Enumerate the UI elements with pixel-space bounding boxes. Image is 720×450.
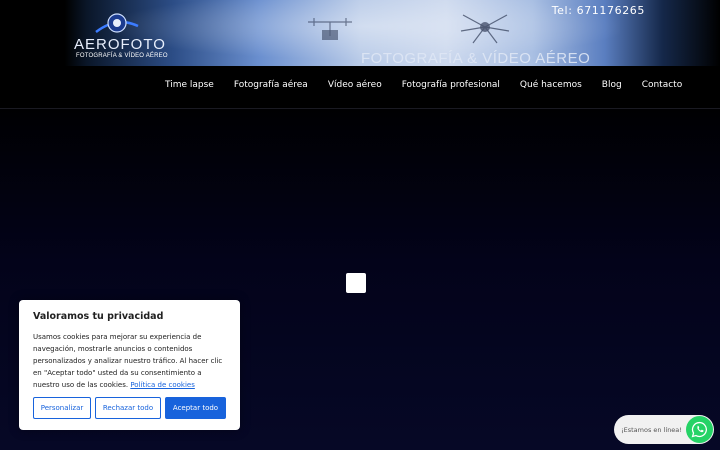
- nav-item-contacto[interactable]: Contacto: [642, 80, 683, 90]
- whatsapp-glyph-icon: [691, 421, 707, 438]
- cookie-buttons: Personalizar Rechazar todo Aceptar todo: [33, 397, 230, 419]
- logo-tagline: FOTOGRAFÍA & VÍDEO AÉREO: [76, 53, 168, 59]
- nav-item-blog[interactable]: Blog: [602, 80, 622, 90]
- nav-item-video-aereo[interactable]: Vídeo aéreo: [328, 80, 382, 90]
- loading-indicator: [346, 273, 366, 293]
- site-logo[interactable]: AEROFOTO FOTOGRAFÍA & VÍDEO AÉREO: [72, 12, 168, 60]
- customize-button[interactable]: Personalizar: [33, 397, 91, 419]
- header-banner: AEROFOTO FOTOGRAFÍA & VÍDEO AÉREO FOTOGR…: [0, 0, 720, 66]
- whatsapp-widget[interactable]: ¡Estamos en línea!: [614, 415, 714, 444]
- whatsapp-status: ¡Estamos en línea!: [621, 425, 682, 434]
- whatsapp-icon[interactable]: [686, 416, 713, 443]
- accept-all-button[interactable]: Aceptar todo: [165, 397, 226, 419]
- nav-item-que-hacemos[interactable]: Qué hacemos: [520, 80, 582, 90]
- cookie-consent-panel: Valoramos tu privacidad Usamos cookies p…: [19, 300, 240, 430]
- main-nav: Time lapse Fotografía aérea Vídeo aéreo …: [0, 66, 720, 109]
- cookie-policy-link[interactable]: Política de cookies: [130, 381, 195, 389]
- cookie-title: Valoramos tu privacidad: [33, 311, 164, 322]
- nav-item-fotografia-profesional[interactable]: Fotografía profesional: [402, 80, 500, 90]
- logo-wordmark: AEROFOTO: [74, 36, 166, 53]
- cookie-description: Usamos cookies para mejorar su experienc…: [33, 331, 226, 391]
- reject-all-button[interactable]: Rechazar todo: [95, 397, 161, 419]
- drone-image: [308, 18, 352, 40]
- drone-image: [460, 14, 510, 44]
- phone-number[interactable]: Tel: 671176265: [552, 4, 645, 17]
- nav-item-fotografia-aerea[interactable]: Fotografía aérea: [234, 80, 308, 90]
- banner-title: FOTOGRAFÍA & VÍDEO AÉREO: [361, 50, 591, 66]
- nav-menu: Time lapse Fotografía aérea Vídeo aéreo …: [155, 80, 692, 90]
- nav-item-time-lapse[interactable]: Time lapse: [165, 80, 214, 90]
